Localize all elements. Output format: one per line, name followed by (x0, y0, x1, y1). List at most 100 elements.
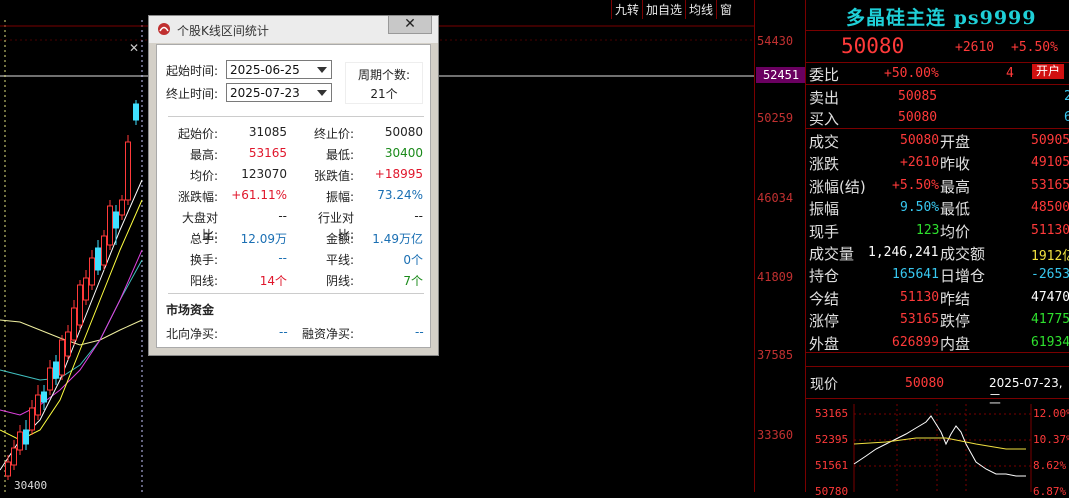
quote-label: 昨结 (940, 289, 971, 308)
quote-value: 47470 (1031, 289, 1069, 305)
quote-value: 50080 (900, 133, 940, 148)
quote-value: 165641 (892, 267, 939, 283)
stat-label: 换手: (189, 253, 218, 267)
quote-row: 成交 50080 开盘 50905 (806, 129, 1069, 151)
now-price-value: 50080 (905, 376, 945, 391)
quote-row: 涨幅(结) +5.50% 最高 53165 (806, 174, 1069, 196)
north-net-buy-label: 北向净买: (166, 327, 219, 341)
quote-label: 跌停 (940, 312, 971, 331)
quote-value: 41775 (1031, 312, 1069, 328)
quote-value: 53165 (1031, 177, 1069, 193)
price-axis-left-border (754, 0, 755, 492)
quote-date: 2025-07-23,三 (989, 376, 1063, 406)
quote-value: 123 (916, 222, 940, 238)
sell-volume: 2 (1064, 89, 1069, 104)
now-price-label: 现价 (810, 377, 838, 393)
start-time-label: 起始时间: (166, 64, 219, 78)
buy-row: 买入 50080 6 (806, 106, 1069, 128)
stat-value: 53165 (248, 146, 287, 160)
buy-label: 买入 (809, 110, 840, 128)
stat-label: 涨跌幅: (177, 190, 218, 204)
toolbar-jiuzhuan-button[interactable]: 九转 (611, 0, 642, 19)
start-time-select[interactable]: 2025-06-25 (226, 60, 332, 79)
stat-label: 最高: (189, 148, 218, 162)
divider (168, 116, 424, 117)
toolbar-window-button[interactable]: 窗 (716, 0, 735, 19)
stat-value: 31085 (248, 125, 287, 139)
price-tick: 50259 (757, 111, 794, 125)
quote-value: 48500 (1031, 200, 1069, 216)
mini-left-tick: 51561 (815, 459, 849, 472)
quote-value: 1912亿 (1031, 249, 1069, 264)
end-time-select[interactable]: 2025-07-23 (226, 83, 332, 102)
stat-value: 12.09万 (240, 232, 287, 246)
quote-row: 现手 123 均价 51130 (806, 219, 1069, 241)
quote-value: 9.50% (900, 200, 940, 216)
quote-label: 成交额 (940, 245, 986, 263)
mini-left-tick: 53165 (815, 407, 849, 420)
stat-label: 总手: (189, 232, 218, 246)
range-stats-dialog[interactable]: 个股K线区间统计 ✕ 起始时间: 2025-06-25 终止时间: 2025-0… (148, 15, 439, 356)
end-time-label: 终止时间: (166, 87, 219, 101)
weibi-label: 委比 (809, 66, 840, 84)
quote-label: 持仓 (809, 267, 840, 286)
sell-price: 50085 (898, 89, 938, 104)
stat-value: 73.24% (377, 188, 423, 202)
mini-right-tick: 8.62% (1033, 459, 1067, 472)
mini-left-tick: 52395 (815, 433, 849, 446)
price-tick: 37585 (757, 348, 794, 362)
sell-label: 卖出 (809, 89, 840, 107)
period-count-value: 21个 (370, 87, 398, 101)
divider (806, 366, 1069, 367)
weibi-value: +50.00% (884, 66, 939, 81)
price-tick: 41809 (757, 270, 794, 284)
weibi-num: 4 (1006, 66, 1014, 81)
fund-section-title: 市场资金 (166, 303, 215, 317)
candle-body (89, 257, 95, 286)
dialog-titlebar[interactable]: 个股K线区间统计 ✕ (149, 16, 438, 43)
stat-label: 平线: (325, 253, 354, 267)
stat-label: 最低: (325, 148, 354, 162)
candle-body (77, 284, 83, 326)
candle-body (95, 247, 101, 271)
toolbar-add-watchlist-button[interactable]: 加自选 (642, 0, 685, 19)
chart-close-icon[interactable] (126, 40, 140, 54)
quote-value: 51130 (900, 289, 940, 305)
mini-right-tick: 10.37% (1033, 433, 1069, 446)
last-price: 50080 (841, 34, 905, 58)
stat-label: 终止价: (313, 127, 354, 141)
quote-row: 涨跌 +2610 昨收 49105 (806, 151, 1069, 173)
current-price-marker: 52451 (756, 67, 806, 83)
stat-value: 123070 (241, 167, 287, 181)
open-account-button[interactable]: 开户 (1032, 64, 1064, 79)
quote-label: 涨幅(结) (809, 177, 866, 196)
candle-body (11, 447, 17, 466)
quote-value: -26538 (1031, 267, 1069, 283)
candle-body (53, 361, 59, 379)
candle-body (83, 277, 89, 301)
quote-label: 最低 (940, 200, 971, 219)
stat-value: +61.11% (231, 188, 287, 202)
quote-value: 1,246,241 (868, 245, 939, 260)
contract-title: 多晶硅主连 ps9999 (846, 7, 1037, 29)
quote-label: 涨跌 (809, 155, 840, 174)
candle-body (71, 307, 77, 341)
candle-body (47, 367, 53, 391)
toolbar-ma-button[interactable]: 均线 (685, 0, 716, 19)
chevron-down-icon (317, 90, 327, 96)
mini-right-tick: 12.00% (1033, 407, 1069, 420)
north-net-buy-value: -- (279, 325, 288, 339)
stat-label: 振幅: (325, 190, 354, 204)
candle-body (65, 331, 71, 357)
stat-label: 均价: (189, 169, 218, 183)
quote-row: 涨停 53165 跌停 41775 (806, 308, 1069, 330)
quote-value: +5.50% (892, 177, 939, 193)
quote-row: 持仓 165641日增仓 -26538 (806, 263, 1069, 285)
price-tick: 33360 (757, 428, 794, 442)
mini-intraday-chart[interactable]: 53165 52395 51561 50780 12.00% 10.37% 8.… (806, 404, 1069, 498)
quote-value: 626899 (892, 334, 939, 350)
close-button[interactable]: ✕ (388, 16, 432, 34)
chevron-down-icon (317, 67, 327, 73)
quote-value: 50905 (1031, 133, 1069, 148)
stat-label: 阴线: (325, 274, 354, 288)
